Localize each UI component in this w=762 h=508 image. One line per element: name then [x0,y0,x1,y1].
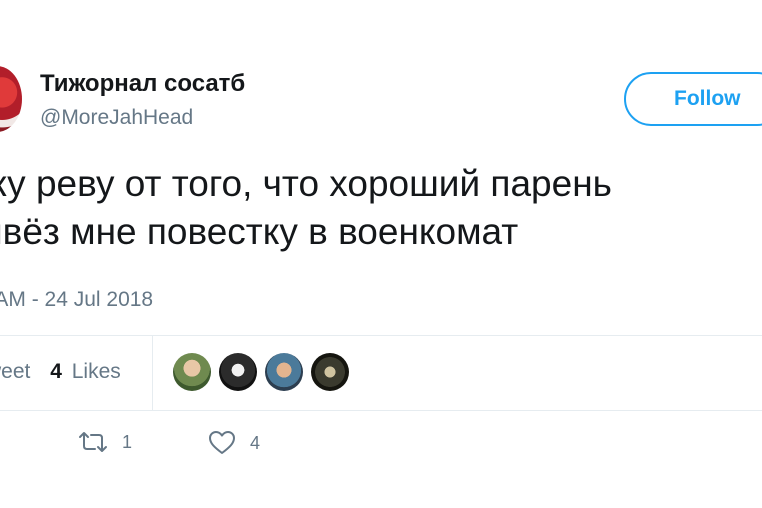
liker-avatar[interactable] [265,353,303,391]
liker-avatar[interactable] [311,353,349,391]
retweet-count: 1 [122,431,133,452]
retweet-icon [79,432,107,452]
follow-button[interactable]: Follow [624,72,762,126]
liker-avatars [173,353,349,391]
liker-avatar[interactable] [173,353,211,391]
author-handle[interactable]: @MoreJahHead [40,106,193,130]
tweet-text-line-1: жу реву от того, что хороший парень [0,163,612,204]
retweet-button[interactable]: 1 [78,430,132,454]
author-name[interactable]: Тижорнал сосатб [40,70,245,98]
divider-top [0,335,762,336]
liker-avatar[interactable] [219,353,257,391]
tweet-stats: weet 4 Likes [0,360,121,384]
tweet-actions: 1 4 [0,430,762,464]
follow-button-label: Follow [674,87,741,110]
like-button[interactable]: 4 [208,430,260,456]
divider-bottom [0,410,762,411]
like-count: 4 [250,432,261,453]
tweet-text: жу реву от того, что хороший парень ивёз… [0,160,612,256]
likes-label[interactable]: Likes [72,360,121,383]
stats-divider [152,335,153,410]
heart-icon [209,431,235,454]
tweet-text-line-2: ивёз мне повестку в военкомат [0,211,519,252]
likes-count[interactable]: 4 [50,360,62,383]
author-avatar[interactable] [0,66,22,132]
tweet-timestamp[interactable]: 2 AM - 24 Jul 2018 [0,288,153,312]
retweets-label[interactable]: weet [0,360,30,383]
